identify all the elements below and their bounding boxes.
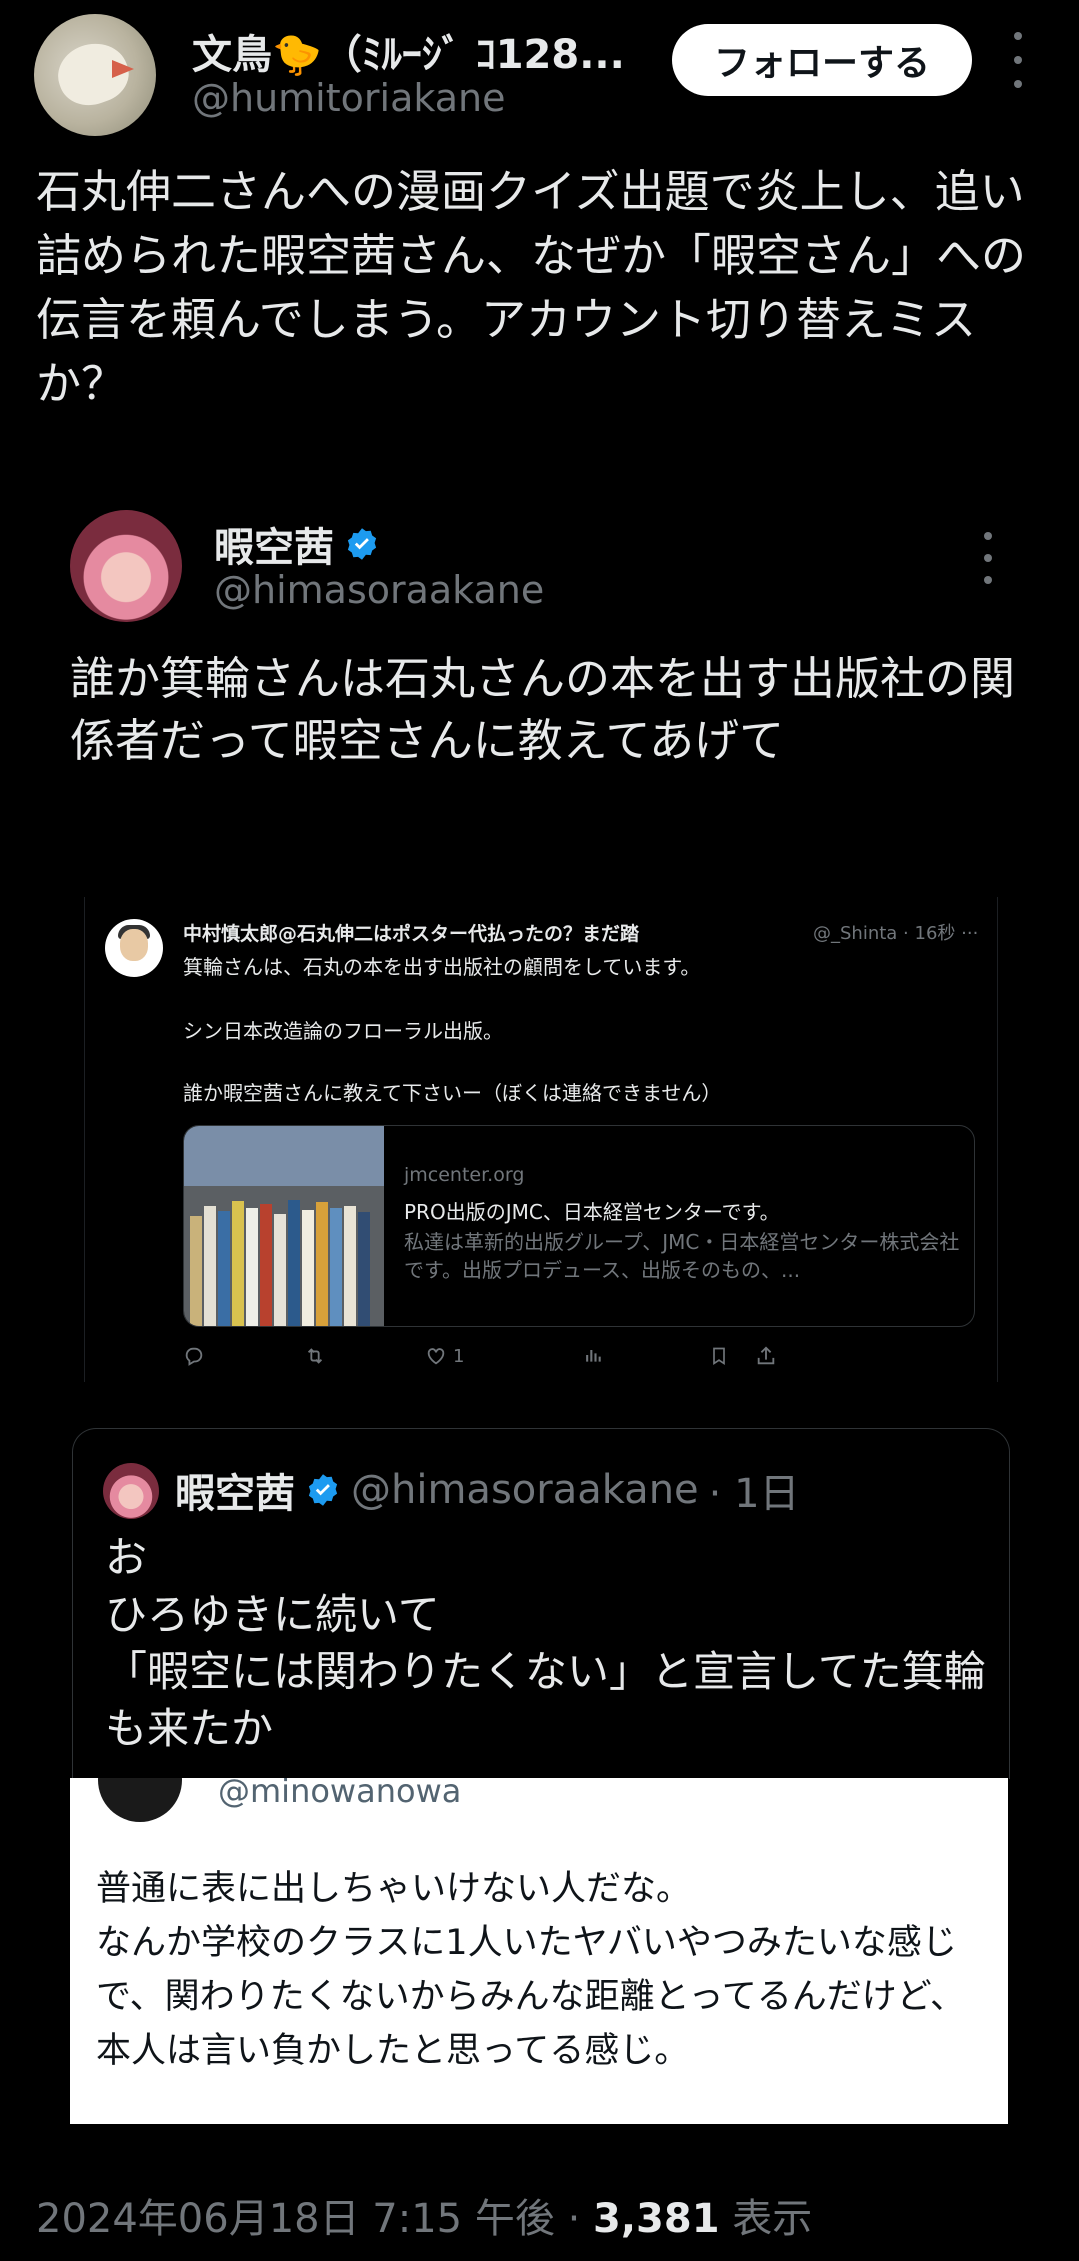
tweet-date[interactable]: 2024年06月18日 7:15 午後 xyxy=(36,2196,555,2242)
screenshot-line-3: 誰か暇空茜さんに教えて下さいー（ぼくは連絡できません） xyxy=(183,1081,722,1105)
screenshot-author-name: 中村慎太郎@石丸伸二はポスター代払ったの？まだ踏 xyxy=(183,923,640,945)
like-count: 1 xyxy=(453,1345,465,1367)
inner-text: 普通に表に出しちゃいけない人だな。 なんか学校のクラスに1人いたヤバいやつみたい… xyxy=(96,1869,966,2071)
embedded-screenshot: 中村慎太郎@石丸伸二はポスター代払ったの？まだ踏 @_Shinta · 16秒 … xyxy=(84,897,998,1382)
screenshot-line-1: 箕輪さんは、石丸の本を出す出版社の顧問をしています。 xyxy=(183,955,701,979)
nested-quote-author-name: 暇空茜 xyxy=(175,1471,295,1517)
like-icon: 1 xyxy=(425,1345,464,1367)
quoted-author-header[interactable]: 暇空茜 xyxy=(214,515,380,573)
screenshot-meta: @_Shinta · 16秒 ··· xyxy=(813,923,979,944)
quoted-tweet-text: 誰か箕輪さんは石丸さんの本を出す出版社の関係者だって暇空さんに教えてあげて xyxy=(70,652,1016,767)
quoted-more-options-icon[interactable] xyxy=(976,532,1000,584)
inner-avatar xyxy=(98,1778,182,1822)
bird-beak xyxy=(112,60,134,78)
quoted-author-name[interactable]: 暇空茜 xyxy=(214,515,334,573)
views-icon xyxy=(583,1345,603,1365)
verified-badge-icon xyxy=(308,1474,338,1506)
screenshot-avatar xyxy=(105,919,163,977)
author-handle[interactable]: @humitoriakane xyxy=(192,76,505,120)
link-card-title: PRO出版のJMC、日本経営センターです。 xyxy=(404,1200,780,1224)
nested-quote-avatar xyxy=(103,1463,159,1519)
link-card: jmcenter.org PRO出版のJMC、日本経営センターです。 私達は革新… xyxy=(183,1125,975,1327)
tweet-text: 石丸伸二さんへの漫画クイズ出題で炎上し、追い詰められた暇空茜さん、なぜか「暇空さ… xyxy=(36,165,1027,410)
view-count: 3,381 xyxy=(593,2196,720,2242)
verified-badge-icon xyxy=(347,528,377,560)
nested-quote-header: 暇空茜 @himasoraakane · 1日 xyxy=(175,1461,800,1519)
tweet-footer: 2024年06月18日 7:15 午後 · 3,381 表示 xyxy=(36,2186,812,2244)
inner-screenshot-image: @minowanowa 普通に表に出しちゃいけない人だな。 なんか学校のクラスに… xyxy=(70,1778,1008,2124)
author-name[interactable]: 文鳥🐤（ﾐﾙｰｼﾞ ｺ128... xyxy=(192,22,625,80)
view-count-label: 表示 xyxy=(732,2196,813,2242)
link-card-description: 私達は革新的出版グループ、JMC・日本経営センター株式会社です。出版プロデュース… xyxy=(404,1230,960,1282)
quoted-author-avatar[interactable] xyxy=(70,510,182,622)
inner-handle: @minowanowa xyxy=(218,1778,462,1810)
link-card-domain: jmcenter.org xyxy=(404,1164,525,1186)
author-avatar[interactable] xyxy=(34,14,156,136)
retweet-icon xyxy=(303,1345,327,1367)
follow-button[interactable]: フォローする xyxy=(672,24,972,96)
quoted-author-handle[interactable]: @himasoraakane xyxy=(214,568,544,612)
screenshot-action-bar: 1 xyxy=(183,1345,983,1375)
more-options-icon[interactable] xyxy=(1006,32,1030,88)
nested-quote-time: · 1日 xyxy=(708,1471,800,1517)
link-card-image xyxy=(184,1126,384,1326)
nested-quote-text: お ひろゆきに続いて 「暇空には関わりたくない」と宣言してた箕輪も来たか xyxy=(105,1533,986,1753)
bookmark-icon xyxy=(709,1345,729,1367)
nested-quote-handle: @himasoraakane xyxy=(351,1467,699,1513)
nested-quote[interactable]: 暇空茜 @himasoraakane · 1日 お ひろゆきに続いて 「暇空には… xyxy=(72,1428,1010,1779)
reply-icon xyxy=(183,1345,205,1367)
footer-separator: · xyxy=(554,2196,594,2242)
screenshot-line-2: シン日本改造論のフローラル出版。 xyxy=(183,1019,503,1043)
share-icon xyxy=(755,1345,777,1367)
